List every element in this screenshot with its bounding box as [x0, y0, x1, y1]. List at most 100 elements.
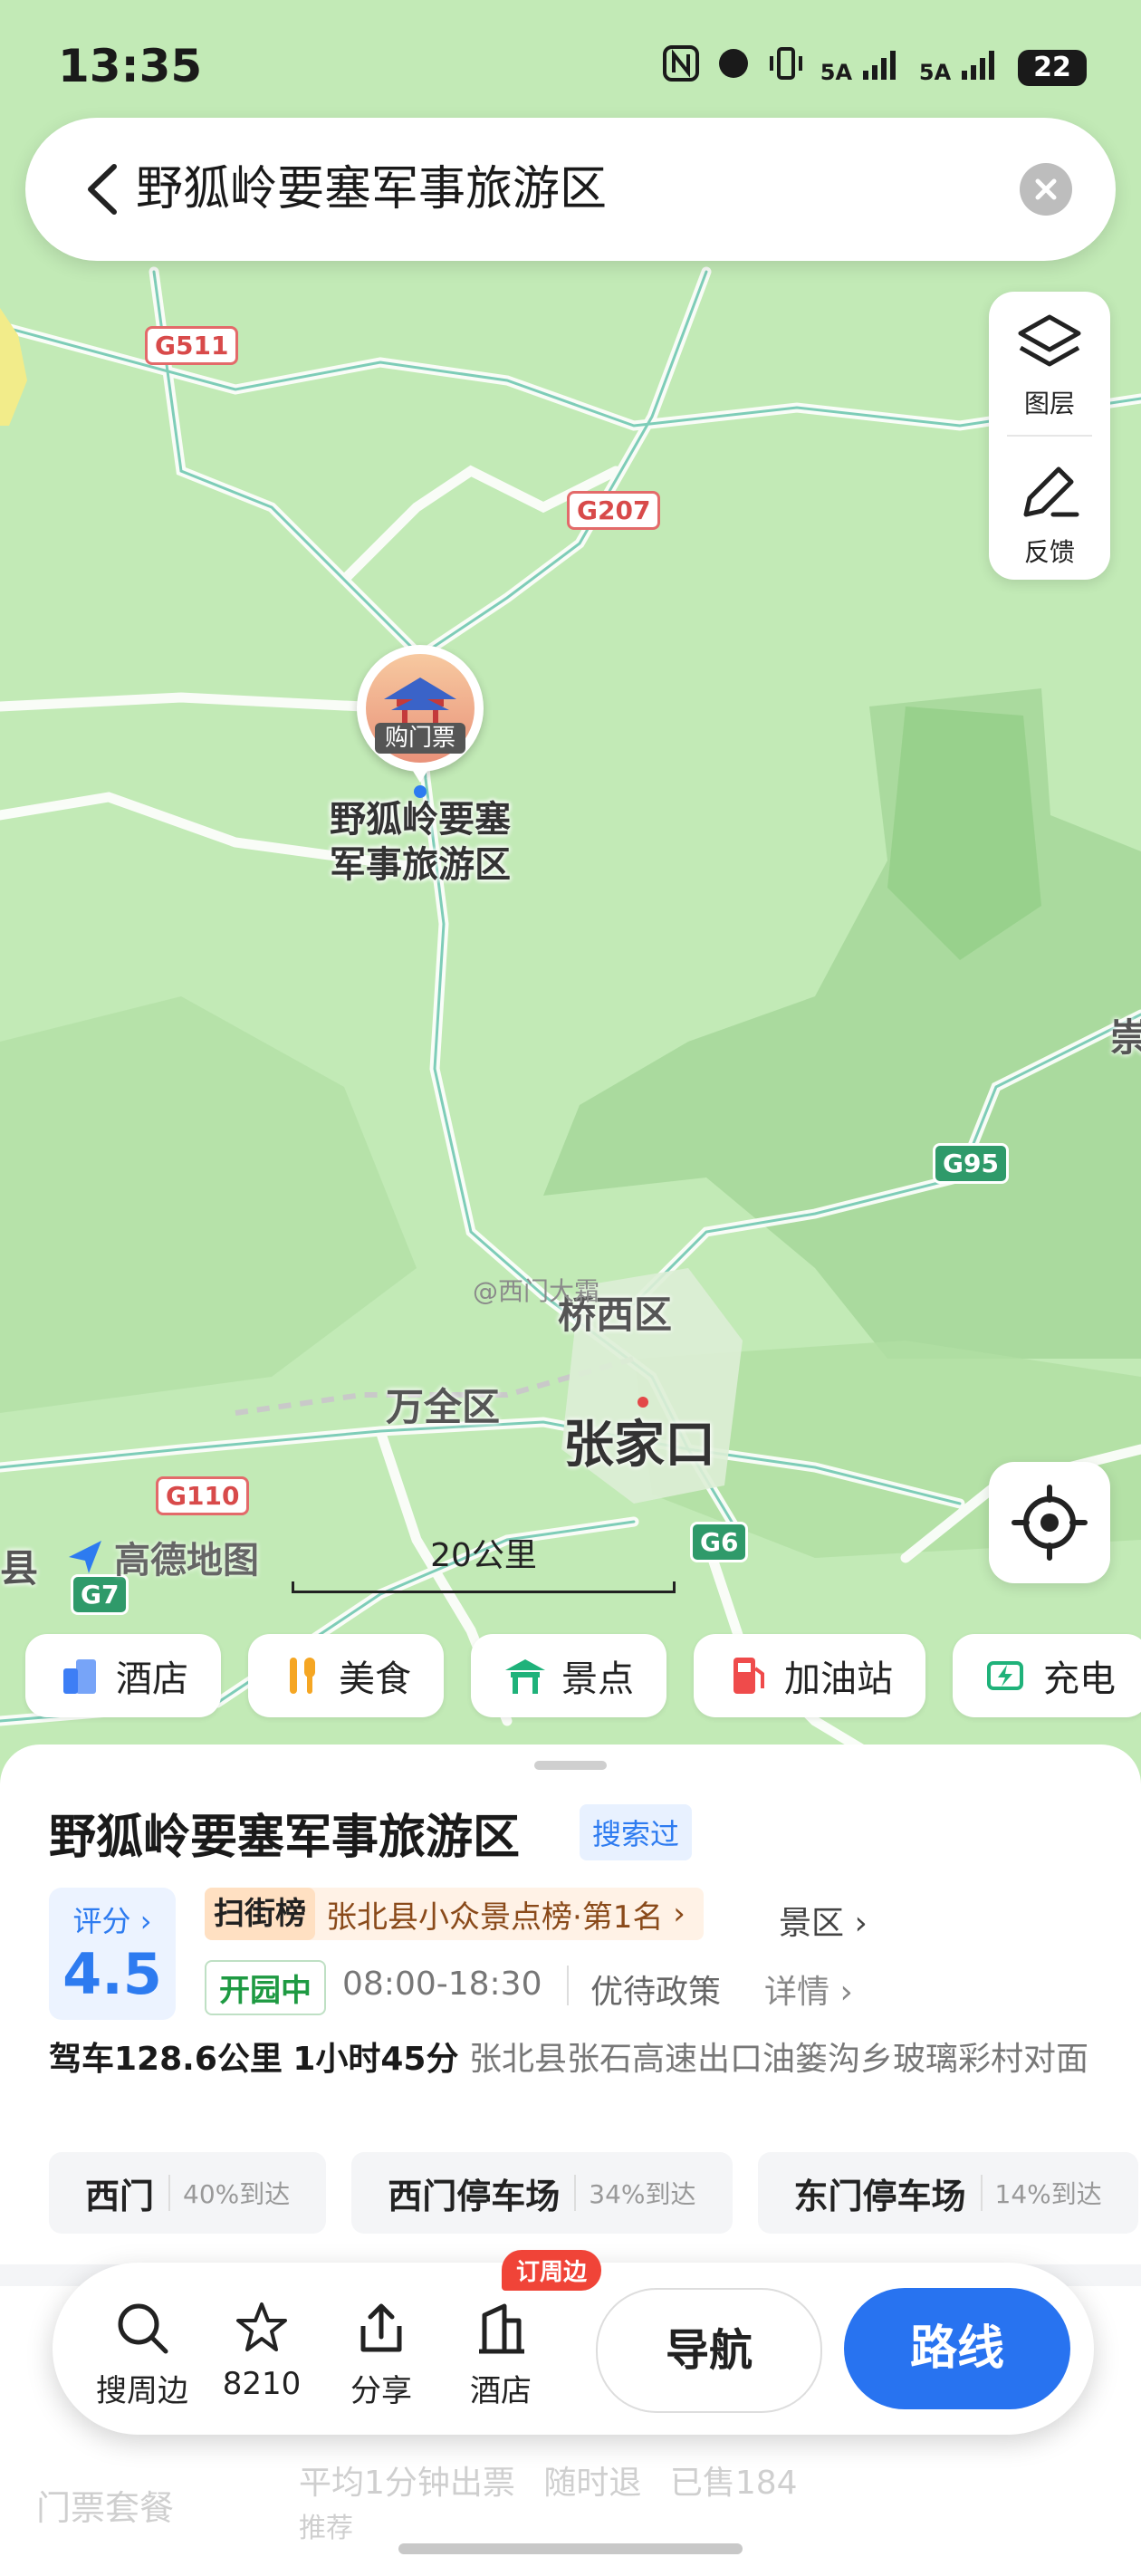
vibrate-icon — [768, 45, 804, 90]
hotel-button[interactable]: 酒店 — [451, 2299, 551, 2410]
category-link[interactable]: 景区 › — [779, 1897, 868, 1944]
share-icon — [360, 2303, 402, 2352]
layers-icon — [1018, 314, 1081, 367]
back-arrow-icon[interactable] — [71, 156, 138, 223]
route-summary: 驾车128.6公里 1小时45分 张北县张石高速出口油篓沟乡玻璃彩村对面 — [49, 2033, 1099, 2087]
edit-pencil-icon — [1023, 466, 1079, 517]
search-bar[interactable]: 野狐岭要塞军事旅游区 — [25, 118, 1116, 261]
amap-logo-text: 高德地图 — [114, 1540, 259, 1581]
search-icon — [118, 2303, 168, 2354]
chip-food-label: 美食 — [339, 1658, 411, 1700]
status-icons: 5A 5A 22 — [662, 45, 1087, 90]
place-label-edge-left: 县 — [0, 1546, 39, 1591]
route-button[interactable]: 路线 — [844, 2288, 1070, 2409]
poi-name-line2: 军事旅游区 — [330, 844, 511, 886]
opening-hours: 08:00-18:30 — [342, 1966, 542, 2003]
signal-1-icon: 5A — [820, 47, 903, 88]
parking-item[interactable]: 东门停车场 14%到达 — [757, 2152, 1138, 2234]
rating-box[interactable]: 评分 › 4.5 — [49, 1888, 176, 2020]
place-label-wanquan[interactable]: 万全区 — [386, 1377, 500, 1432]
place-label-edge-right: 崇 — [1110, 1015, 1141, 1060]
rank-text: 张北县小众景点榜·第1名 — [326, 1898, 664, 1936]
navigate-button[interactable]: 导航 — [596, 2288, 822, 2413]
hotel-badge: 订周边 — [502, 2250, 602, 2291]
search-nearby-button[interactable]: 搜周边 — [92, 2299, 192, 2410]
sheet-drag-handle[interactable] — [534, 1761, 607, 1770]
chip-gas-label: 加油站 — [784, 1658, 893, 1700]
chip-food[interactable]: 美食 — [248, 1634, 444, 1717]
chip-charge-label: 充电 — [1043, 1658, 1116, 1700]
place-label-zhangjiakou[interactable]: 张家口 — [563, 1404, 715, 1477]
parking-item[interactable]: 西门停车场 34%到达 — [351, 2152, 733, 2234]
map-scale: 20公里 — [292, 1529, 676, 1593]
search-nearby-label: 搜周边 — [96, 2373, 188, 2409]
locate-crosshair-icon — [1012, 1485, 1088, 1561]
home-indicator[interactable] — [398, 2543, 743, 2554]
feedback-button[interactable]: 反馈 — [989, 458, 1110, 569]
open-status-badge: 开园中 — [205, 1960, 326, 2015]
chip-hotel[interactable]: 酒店 — [25, 1634, 221, 1717]
chip-sights[interactable]: 景点 — [471, 1634, 666, 1717]
hd-call-icon — [715, 45, 752, 90]
status-time: 13:35 — [58, 40, 203, 92]
hotel-label: 酒店 — [470, 2373, 532, 2409]
drive-distance: 驾车128.6公里 — [49, 2041, 283, 2078]
poi-marker[interactable]: 购门票 — [357, 645, 484, 799]
road-label-g95: G95 — [933, 1143, 1009, 1184]
road-label-g207: G207 — [567, 491, 661, 530]
favorite-button[interactable]: 8210 — [212, 2299, 312, 2402]
category-text: 景区 — [779, 1905, 845, 1942]
favorite-count: 8210 — [222, 2366, 302, 2402]
map-scale-text: 20公里 — [430, 1537, 537, 1574]
drive-time: 1小时45分 — [292, 2041, 459, 2078]
chip-gas[interactable]: 加油站 — [694, 1634, 925, 1717]
amap-logo: 高德地图 — [65, 1531, 259, 1583]
parking-item[interactable]: 西门 40%到达 — [49, 2152, 327, 2234]
share-label: 分享 — [350, 2373, 412, 2409]
signal-2-icon: 5A — [919, 47, 1002, 88]
food-icon — [290, 1658, 315, 1694]
recommend-tag: 推荐 — [299, 2513, 353, 2544]
search-query[interactable]: 野狐岭要塞军事旅游区 — [136, 156, 607, 223]
layers-button[interactable]: 图层 — [989, 310, 1110, 420]
road-label-g110: G110 — [156, 1476, 250, 1515]
chip-hotel-label: 酒店 — [116, 1658, 188, 1700]
parking-list: 西门 40%到达 西门停车场 34%到达 东门停车场 14%到达 — [49, 2152, 1138, 2234]
charge-icon — [987, 1661, 1023, 1690]
chevron-right-icon: › — [663, 1896, 686, 1932]
policy-link[interactable]: 优待政策 — [590, 1966, 721, 2013]
locate-button[interactable] — [989, 1462, 1110, 1583]
share-button[interactable]: 分享 — [331, 2299, 431, 2410]
detail-text: 详情 — [764, 1974, 830, 2011]
map-tools: 图层 反馈 — [989, 292, 1110, 580]
hotel-building-icon — [479, 2303, 524, 2354]
chip-charge[interactable]: 充电 — [953, 1634, 1141, 1717]
building-icon — [63, 1659, 96, 1694]
marker-pin-icon — [411, 768, 429, 798]
place-address: 张北县张石高速出口油篓沟乡玻璃彩村对面 — [468, 2041, 1088, 2078]
gas-icon — [734, 1658, 764, 1694]
rating-value: 4.5 — [62, 1941, 162, 2007]
rating-label: 评分 — [72, 1904, 131, 1938]
rank-badge: 扫街榜 — [205, 1888, 315, 1940]
category-chips: 酒店 美食 景点 加油站 充电 — [25, 1634, 1141, 1717]
place-detail-sheet: 野狐岭要塞军事旅游区 搜索过 评分 › 4.5 扫街榜 张北县小众景点榜·第1名… — [0, 1745, 1141, 2576]
amap-arrow-icon — [69, 1541, 101, 1573]
layers-label: 图层 — [1023, 389, 1075, 418]
nfc-icon — [662, 45, 699, 90]
rank-banner[interactable]: 扫街榜 张北县小众景点榜·第1名 › — [205, 1888, 704, 1940]
road-label-g6: G6 — [690, 1522, 749, 1562]
poi-name[interactable]: 野狐岭要塞 军事旅游区 — [312, 797, 529, 888]
bottom-action-bar: 搜周边 8210 分享 酒店 订周边 导航 路线 — [53, 2250, 1094, 2435]
star-icon — [236, 2302, 287, 2351]
feedback-label: 反馈 — [1023, 537, 1075, 567]
detail-link[interactable]: 详情 › — [764, 1966, 853, 2013]
poi-name-line1: 野狐岭要塞 — [330, 799, 511, 841]
pavilion-icon — [505, 1659, 545, 1694]
clear-icon[interactable] — [1020, 163, 1072, 216]
road-label-g511: G511 — [145, 326, 239, 365]
place-title: 野狐岭要塞军事旅游区 — [49, 1811, 521, 1865]
battery-icon: 22 — [1018, 49, 1087, 86]
ticket-package-label[interactable]: 门票套餐 — [36, 2480, 174, 2530]
chip-sights-label: 景点 — [561, 1658, 634, 1700]
